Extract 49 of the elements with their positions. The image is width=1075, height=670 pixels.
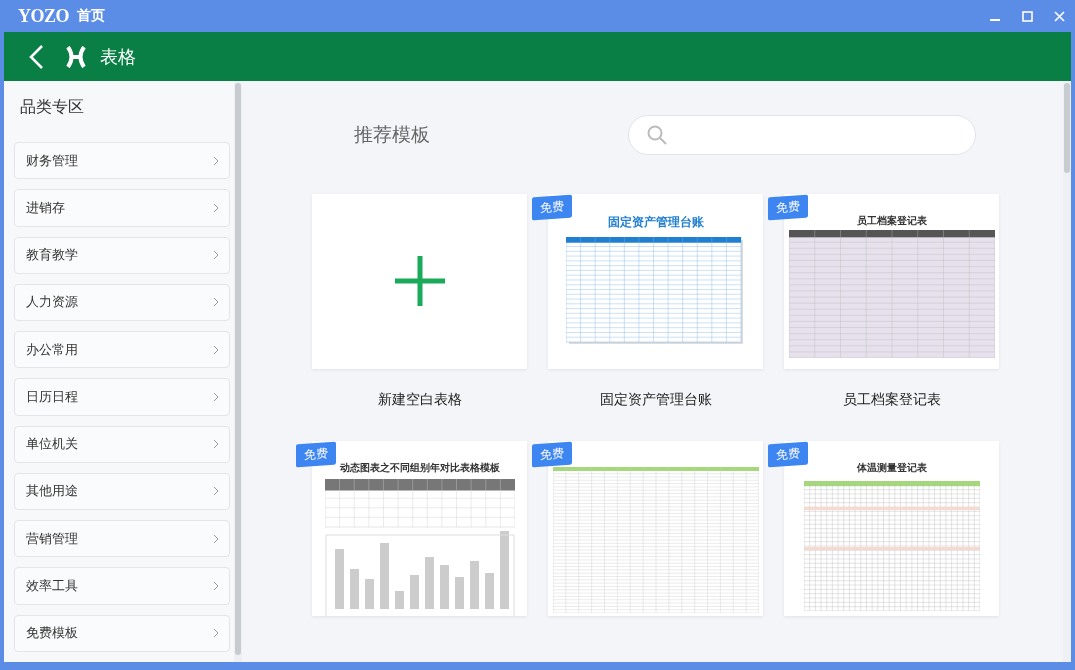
scrollbar-thumb[interactable] bbox=[1064, 83, 1070, 173]
plus-icon bbox=[394, 256, 445, 306]
category-item[interactable]: 效率工具 bbox=[14, 567, 230, 605]
close-icon[interactable] bbox=[1053, 10, 1065, 22]
preview-title: 体温测量登记表 bbox=[856, 461, 927, 475]
free-badge: 免费 bbox=[296, 441, 336, 468]
preview-title: 动态图表之不同组别年对比表格模板 bbox=[339, 461, 500, 475]
maximize-icon[interactable] bbox=[1021, 10, 1033, 22]
free-badge: 免费 bbox=[768, 441, 808, 468]
category-item[interactable]: 日历日程 bbox=[14, 378, 230, 416]
card-title: 固定资产管理台账 bbox=[599, 391, 712, 409]
category-item[interactable]: 财务管理 bbox=[14, 142, 230, 180]
card-title: 员工档案登记表 bbox=[842, 391, 941, 409]
free-badge: 免费 bbox=[532, 441, 572, 468]
free-badge: 免费 bbox=[768, 194, 808, 221]
chevron-right-icon bbox=[213, 202, 219, 213]
app-logo: YOZO bbox=[18, 5, 69, 27]
search-field[interactable] bbox=[628, 115, 976, 155]
category-item[interactable]: 人力资源 bbox=[14, 283, 230, 322]
chevron-right-icon bbox=[213, 581, 219, 591]
card-title: 新建空白表格 bbox=[377, 391, 462, 409]
category-item[interactable]: 营销管理 bbox=[14, 520, 230, 558]
chevron-right-icon bbox=[213, 486, 219, 497]
chevron-right-icon bbox=[213, 439, 219, 450]
category-item[interactable]: 单位机关 bbox=[14, 425, 230, 463]
chevron-right-icon bbox=[213, 391, 219, 402]
preview-title: 固定资产管理台账 bbox=[607, 214, 704, 231]
chevron-right-icon bbox=[213, 155, 219, 166]
preview-title: 员工档案登记表 bbox=[856, 214, 927, 228]
search-icon bbox=[647, 125, 667, 145]
chevron-right-icon bbox=[213, 250, 219, 261]
section-title: 推荐模板 bbox=[354, 122, 430, 147]
category-item[interactable]: 办公常用 bbox=[14, 331, 230, 369]
page-title: 表格 bbox=[100, 44, 136, 69]
sidebar-title: 品类专区 bbox=[20, 97, 85, 118]
category-item[interactable]: 教育教学 bbox=[14, 236, 230, 274]
chevron-right-icon bbox=[213, 297, 219, 308]
category-item[interactable]: 免费模板 bbox=[14, 614, 230, 652]
window-title: 首页 bbox=[77, 7, 105, 25]
free-badge: 免费 bbox=[532, 194, 572, 221]
chevron-right-icon bbox=[213, 344, 219, 355]
category-item[interactable]: 进销存 bbox=[14, 189, 230, 227]
new-sheet-card[interactable] bbox=[312, 194, 527, 369]
scrollbar-thumb[interactable] bbox=[235, 83, 242, 655]
category-item[interactable]: 其他用途 bbox=[14, 472, 230, 511]
spreadsheet-logo-icon bbox=[66, 45, 86, 68]
chevron-right-icon bbox=[213, 533, 219, 544]
back-icon[interactable] bbox=[28, 43, 44, 70]
chevron-right-icon bbox=[213, 628, 219, 639]
